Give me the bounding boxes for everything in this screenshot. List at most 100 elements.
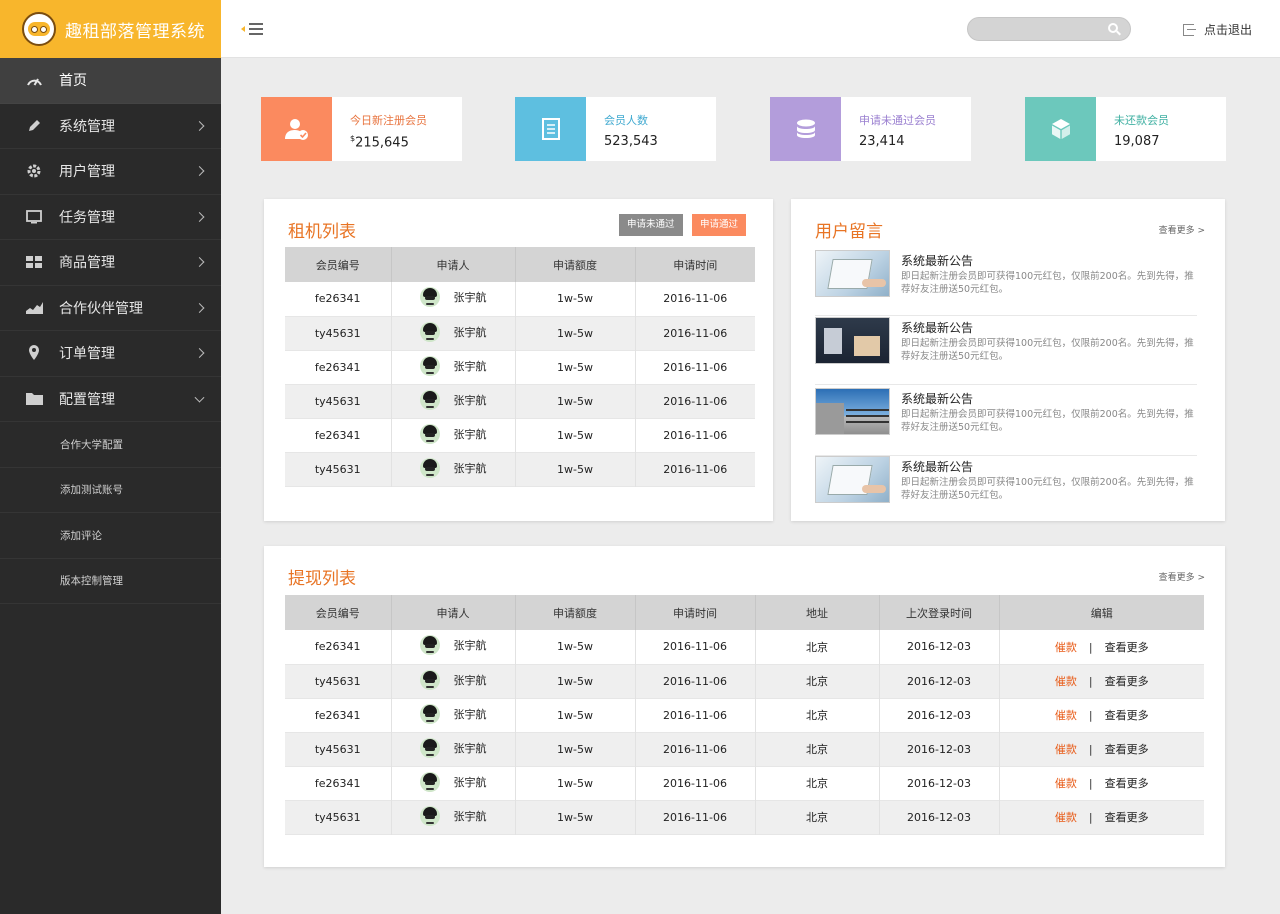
sidebar-subitem-add-test-account[interactable]: 添加测试账号 xyxy=(0,468,221,513)
location-pin-icon xyxy=(25,344,43,362)
amount: 1w-5w xyxy=(515,766,636,800)
search-input[interactable] xyxy=(968,18,1098,40)
amount: 1w-5w xyxy=(515,664,636,698)
table-row[interactable]: fe26341 张宇航 1w-5w 2016-11-06 北京 2016-12-… xyxy=(285,630,1204,664)
document-icon xyxy=(515,97,586,161)
avatar xyxy=(419,321,440,342)
stat-card-member-count[interactable]: 会员人数 523,543 xyxy=(515,97,716,161)
database-icon xyxy=(770,97,841,161)
sidebar-item-users[interactable]: 用户管理 xyxy=(0,149,221,195)
pencil-icon xyxy=(25,117,43,135)
urge-payment-link[interactable]: 催款 xyxy=(1055,641,1077,654)
sidebar-item-config[interactable]: 配置管理 xyxy=(0,377,221,422)
apply-date: 2016-11-06 xyxy=(635,384,755,418)
sidebar-subitem-add-comment[interactable]: 添加评论 xyxy=(0,513,221,559)
table-row[interactable]: fe26341 张宇航 1w-5w 2016-11-06 北京 2016-12-… xyxy=(285,766,1204,800)
avatar xyxy=(419,423,440,444)
sidebar-item-tasks[interactable]: 任务管理 xyxy=(0,195,221,240)
table-row[interactable]: ty45631 张宇航 1w-5w 2016-11-06 xyxy=(285,316,755,350)
urge-payment-link[interactable]: 催款 xyxy=(1055,811,1077,824)
menu-toggle-icon[interactable] xyxy=(241,22,263,36)
table-row[interactable]: ty45631 张宇航 1w-5w 2016-11-06 北京 2016-12-… xyxy=(285,800,1204,834)
table-row[interactable]: ty45631 张宇航 1w-5w 2016-11-06 北京 2016-12-… xyxy=(285,732,1204,766)
topbar: 点击退出 xyxy=(221,0,1280,58)
sidebar-item-label: 配置管理 xyxy=(59,391,115,408)
apply-date: 2016-11-06 xyxy=(663,360,728,374)
urge-payment-link[interactable]: 催款 xyxy=(1055,675,1077,688)
stat-card-rejected-members[interactable]: 申请未通过会员 23,414 xyxy=(770,97,971,161)
stat-card-unpaid-members[interactable]: 未还款会员 19,087 xyxy=(1025,97,1226,161)
message-body: 即日起新注册会员即可获得100元红包，仅限前200名。先到先得，推荐好友注册送5… xyxy=(901,477,1194,501)
stat-card-new-members[interactable]: 今日新注册会员 $215,645 xyxy=(261,97,462,161)
filter-approved-button[interactable]: 申请通过 xyxy=(692,214,747,236)
sidebar-item-home[interactable]: 首页 xyxy=(0,58,221,104)
applicant: 张宇航 xyxy=(391,282,516,316)
avatar xyxy=(419,805,440,826)
list-item[interactable]: 系统最新公告 即日起新注册会员即可获得100元红包，仅限前200名。先到先得，推… xyxy=(815,386,1197,456)
column-header: 申请额度 xyxy=(515,247,636,282)
list-item[interactable]: 系统最新公告 即日起新注册会员即可获得100元红包，仅限前200名。先到先得，推… xyxy=(815,315,1197,385)
sidebar-subitem-university-config[interactable]: 合作大学配置 xyxy=(0,422,221,468)
search-box xyxy=(967,17,1131,41)
withdraw-list-panel: 提现列表 查看更多 > 会员编号 申请人 申请额度 申请时间 地址 上次登录时间… xyxy=(264,546,1225,867)
avatar xyxy=(419,703,440,724)
column-header: 地址 xyxy=(755,595,880,630)
amount: 1w-5w xyxy=(515,630,636,664)
amount: 1w-5w xyxy=(515,418,636,452)
view-more-link[interactable]: 查看更多 > xyxy=(1159,223,1205,236)
urge-payment-link[interactable]: 催款 xyxy=(1055,709,1077,722)
view-more-link[interactable]: 查看更多 xyxy=(1105,743,1149,756)
view-more-link[interactable]: 查看更多 xyxy=(1105,641,1149,654)
view-more-link[interactable]: 查看更多 xyxy=(1105,777,1149,790)
last-login: 2016-12-03 xyxy=(879,698,1000,732)
table-row[interactable]: fe26341 张宇航 1w-5w 2016-11-06 xyxy=(285,418,755,452)
filter-rejected-button[interactable]: 申请未通过 xyxy=(619,214,683,236)
sidebar-item-label: 任务管理 xyxy=(59,209,115,226)
chevron-right-icon xyxy=(194,211,205,222)
urge-payment-link[interactable]: 催款 xyxy=(1055,743,1077,756)
table-row[interactable]: ty45631 张宇航 1w-5w 2016-11-06 xyxy=(285,452,755,486)
sidebar-item-label: 用户管理 xyxy=(59,164,115,181)
amount: 1w-5w xyxy=(515,384,636,418)
message-title: 系统最新公告 xyxy=(901,392,974,406)
sidebar-item-products[interactable]: 商品管理 xyxy=(0,240,221,286)
address: 北京 xyxy=(755,800,880,834)
table-row[interactable]: fe26341 张宇航 1w-5w 2016-11-06 北京 2016-12-… xyxy=(285,698,1204,732)
sidebar-item-partners[interactable]: 合作伙伴管理 xyxy=(0,286,221,331)
view-more-link[interactable]: 查看更多 xyxy=(1105,811,1149,824)
sidebar-subitem-version-control[interactable]: 版本控制管理 xyxy=(0,559,221,604)
apply-date: 2016-11-06 xyxy=(635,664,756,698)
address: 北京 xyxy=(755,664,880,698)
user-check-icon xyxy=(261,97,332,161)
applicant: 张宇航 xyxy=(391,316,516,350)
view-more-link[interactable]: 查看更多 > xyxy=(1159,570,1205,583)
urge-payment-link[interactable]: 催款 xyxy=(1055,777,1077,790)
table-row[interactable]: fe26341 张宇航 1w-5w 2016-11-06 xyxy=(285,282,755,316)
list-item[interactable]: 系统最新公告 即日起新注册会员即可获得100元红包，仅限前200名。先到先得，推… xyxy=(815,248,1197,316)
address: 北京 xyxy=(755,630,880,664)
separator: | xyxy=(1088,743,1093,756)
sidebar-item-orders[interactable]: 订单管理 xyxy=(0,331,221,377)
table-row[interactable]: ty45631 张宇航 1w-5w 2016-11-06 北京 2016-12-… xyxy=(285,664,1204,698)
apply-date: 2016-11-06 xyxy=(635,630,756,664)
chevron-right-icon xyxy=(194,348,205,359)
address: 北京 xyxy=(755,766,880,800)
search-icon[interactable] xyxy=(1108,23,1118,33)
view-more-link[interactable]: 查看更多 xyxy=(1105,709,1149,722)
sidebar-item-system[interactable]: 系统管理 xyxy=(0,104,221,149)
list-item[interactable]: 系统最新公告 即日起新注册会员即可获得100元红包，仅限前200名。先到先得，推… xyxy=(815,454,1197,522)
view-more-link[interactable]: 查看更多 xyxy=(1105,675,1149,688)
table-row[interactable]: fe26341 张宇航 1w-5w 2016-11-06 xyxy=(285,350,755,384)
row-actions: 催款 | 查看更多 xyxy=(999,698,1204,732)
separator: | xyxy=(1088,777,1093,790)
column-header: 申请时间 xyxy=(635,247,755,282)
table-row[interactable]: ty45631 张宇航 1w-5w 2016-11-06 xyxy=(285,384,755,418)
member-id: fe26341 xyxy=(285,698,392,732)
brand-logo-icon xyxy=(22,12,56,46)
member-id: fe26341 xyxy=(285,630,392,664)
column-header: 会员编号 xyxy=(285,595,392,630)
chevron-right-icon xyxy=(194,257,205,268)
address: 北京 xyxy=(755,732,880,766)
logout-button[interactable]: 点击退出 xyxy=(1183,21,1252,38)
member-id: ty45631 xyxy=(285,384,392,418)
